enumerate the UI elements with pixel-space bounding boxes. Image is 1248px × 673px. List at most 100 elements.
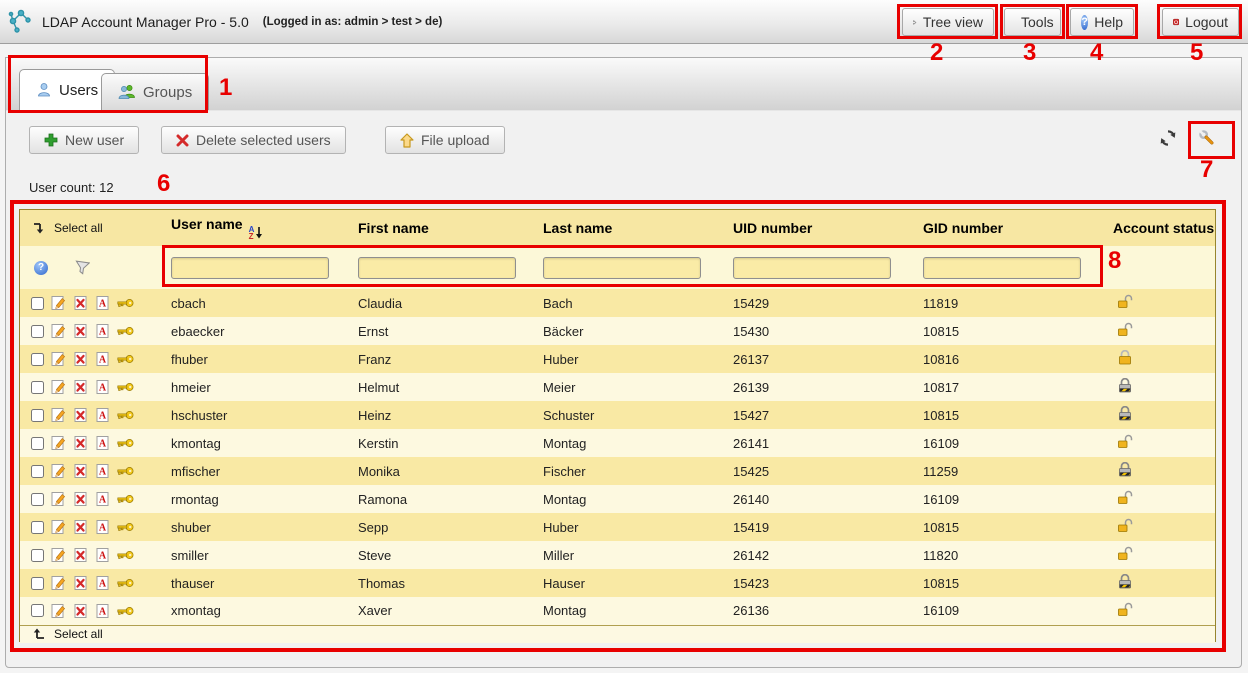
help-button[interactable]: ? Help	[1070, 8, 1134, 36]
row-select-checkbox[interactable]	[31, 381, 44, 394]
password-key-icon[interactable]	[117, 381, 134, 393]
delete-user-icon[interactable]	[73, 547, 88, 563]
refresh-button[interactable]	[1159, 129, 1179, 149]
pdf-export-icon[interactable]: A	[95, 575, 110, 591]
pdf-export-icon[interactable]: A	[95, 547, 110, 563]
edit-user-icon[interactable]	[51, 463, 66, 479]
cell-user-name[interactable]: ebaecker	[167, 317, 354, 345]
edit-user-icon[interactable]	[51, 603, 66, 619]
row-select-checkbox[interactable]	[31, 604, 44, 617]
table-settings-button[interactable]	[1198, 129, 1218, 149]
filter-funnel-icon[interactable]	[74, 260, 90, 276]
pdf-export-icon[interactable]: A	[95, 407, 110, 423]
cell-user-name[interactable]: thauser	[167, 569, 354, 597]
delete-selected-users-button[interactable]: Delete selected users	[161, 126, 346, 154]
delete-user-icon[interactable]	[73, 491, 88, 507]
password-key-icon[interactable]	[117, 297, 134, 309]
row-select-checkbox[interactable]	[31, 521, 44, 534]
row-select-checkbox[interactable]	[31, 297, 44, 310]
delete-user-icon[interactable]	[73, 575, 88, 591]
password-key-icon[interactable]	[117, 353, 134, 365]
edit-user-icon[interactable]	[51, 435, 66, 451]
pdf-export-icon[interactable]: A	[95, 519, 110, 535]
tree-view-button[interactable]: Tree view	[902, 8, 994, 36]
edit-user-icon[interactable]	[51, 491, 66, 507]
edit-user-icon[interactable]	[51, 407, 66, 423]
password-key-icon[interactable]	[117, 521, 134, 533]
delete-user-icon[interactable]	[73, 351, 88, 367]
password-key-icon[interactable]	[117, 549, 134, 561]
password-key-icon[interactable]	[117, 465, 134, 477]
cell-user-name[interactable]: smiller	[167, 541, 354, 569]
edit-user-icon[interactable]	[51, 575, 66, 591]
row-select-checkbox[interactable]	[31, 577, 44, 590]
edit-user-icon[interactable]	[51, 547, 66, 563]
col-header-last-name[interactable]: Last name	[539, 210, 729, 246]
pdf-export-icon[interactable]: A	[95, 491, 110, 507]
col-header-account-status[interactable]: Account status	[1109, 210, 1215, 246]
delete-user-icon[interactable]	[73, 519, 88, 535]
filter-input-first-name[interactable]	[358, 257, 516, 279]
row-select-checkbox[interactable]	[31, 493, 44, 506]
col-header-uid-number[interactable]: UID number	[729, 210, 919, 246]
row-select-checkbox[interactable]	[31, 465, 44, 478]
password-key-icon[interactable]	[117, 437, 134, 449]
select-all-bottom-link[interactable]: Select all	[24, 627, 1215, 641]
cell-user-name[interactable]: kmontag	[167, 429, 354, 457]
tab-groups-label: Groups	[143, 84, 192, 101]
pdf-export-icon[interactable]: A	[95, 351, 110, 367]
row-select-checkbox[interactable]	[31, 325, 44, 338]
delete-user-icon[interactable]	[73, 407, 88, 423]
delete-user-icon[interactable]	[73, 603, 88, 619]
cell-user-name[interactable]: rmontag	[167, 485, 354, 513]
new-user-button[interactable]: New user	[29, 126, 139, 154]
filter-input-last-name[interactable]	[543, 257, 701, 279]
pdf-export-icon[interactable]: A	[95, 435, 110, 451]
edit-user-icon[interactable]	[51, 519, 66, 535]
pdf-export-icon[interactable]: A	[95, 603, 110, 619]
delete-user-icon[interactable]	[73, 323, 88, 339]
delete-user-icon[interactable]	[73, 295, 88, 311]
pdf-export-icon[interactable]: A	[95, 323, 110, 339]
cell-user-name[interactable]: fhuber	[167, 345, 354, 373]
row-select-checkbox[interactable]	[31, 353, 44, 366]
select-all-top-link[interactable]: Select all	[24, 221, 167, 235]
filter-input-user-name[interactable]	[171, 257, 329, 279]
password-key-icon[interactable]	[117, 325, 134, 337]
filter-help-icon[interactable]: ?	[34, 261, 48, 275]
pdf-export-icon[interactable]: A	[95, 379, 110, 395]
password-key-icon[interactable]	[117, 409, 134, 421]
row-select-checkbox[interactable]	[31, 437, 44, 450]
edit-user-icon[interactable]	[51, 379, 66, 395]
edit-user-icon[interactable]	[51, 323, 66, 339]
cell-user-name[interactable]: mfischer	[167, 457, 354, 485]
password-key-icon[interactable]	[117, 577, 134, 589]
col-header-user-name[interactable]: User nameAZ	[167, 210, 354, 246]
cell-user-name[interactable]: hschuster	[167, 401, 354, 429]
password-key-icon[interactable]	[117, 605, 134, 617]
row-select-checkbox[interactable]	[31, 409, 44, 422]
password-key-icon[interactable]	[117, 493, 134, 505]
row-select-checkbox[interactable]	[31, 549, 44, 562]
cell-user-name[interactable]: shuber	[167, 513, 354, 541]
filter-input-uid-number[interactable]	[733, 257, 891, 279]
logout-button[interactable]: Logout	[1162, 8, 1239, 36]
cell-user-name[interactable]: cbach	[167, 289, 354, 317]
pdf-export-icon[interactable]: A	[95, 295, 110, 311]
filter-input-gid-number[interactable]	[923, 257, 1081, 279]
col-header-gid-number[interactable]: GID number	[919, 210, 1109, 246]
tools-button[interactable]: Tools	[1004, 8, 1061, 36]
pdf-export-icon[interactable]: A	[95, 463, 110, 479]
delete-user-icon[interactable]	[73, 379, 88, 395]
delete-user-icon[interactable]	[73, 463, 88, 479]
cell-user-name[interactable]: hmeier	[167, 373, 354, 401]
col-header-first-name[interactable]: First name	[354, 210, 539, 246]
edit-user-icon[interactable]	[51, 295, 66, 311]
tab-groups[interactable]: Groups	[101, 73, 209, 110]
delete-user-icon[interactable]	[73, 435, 88, 451]
sort-az-icon[interactable]: AZ	[249, 226, 264, 240]
edit-user-icon[interactable]	[51, 351, 66, 367]
file-upload-button[interactable]: File upload	[385, 126, 505, 154]
user-icon	[36, 82, 52, 98]
cell-user-name[interactable]: xmontag	[167, 597, 354, 625]
